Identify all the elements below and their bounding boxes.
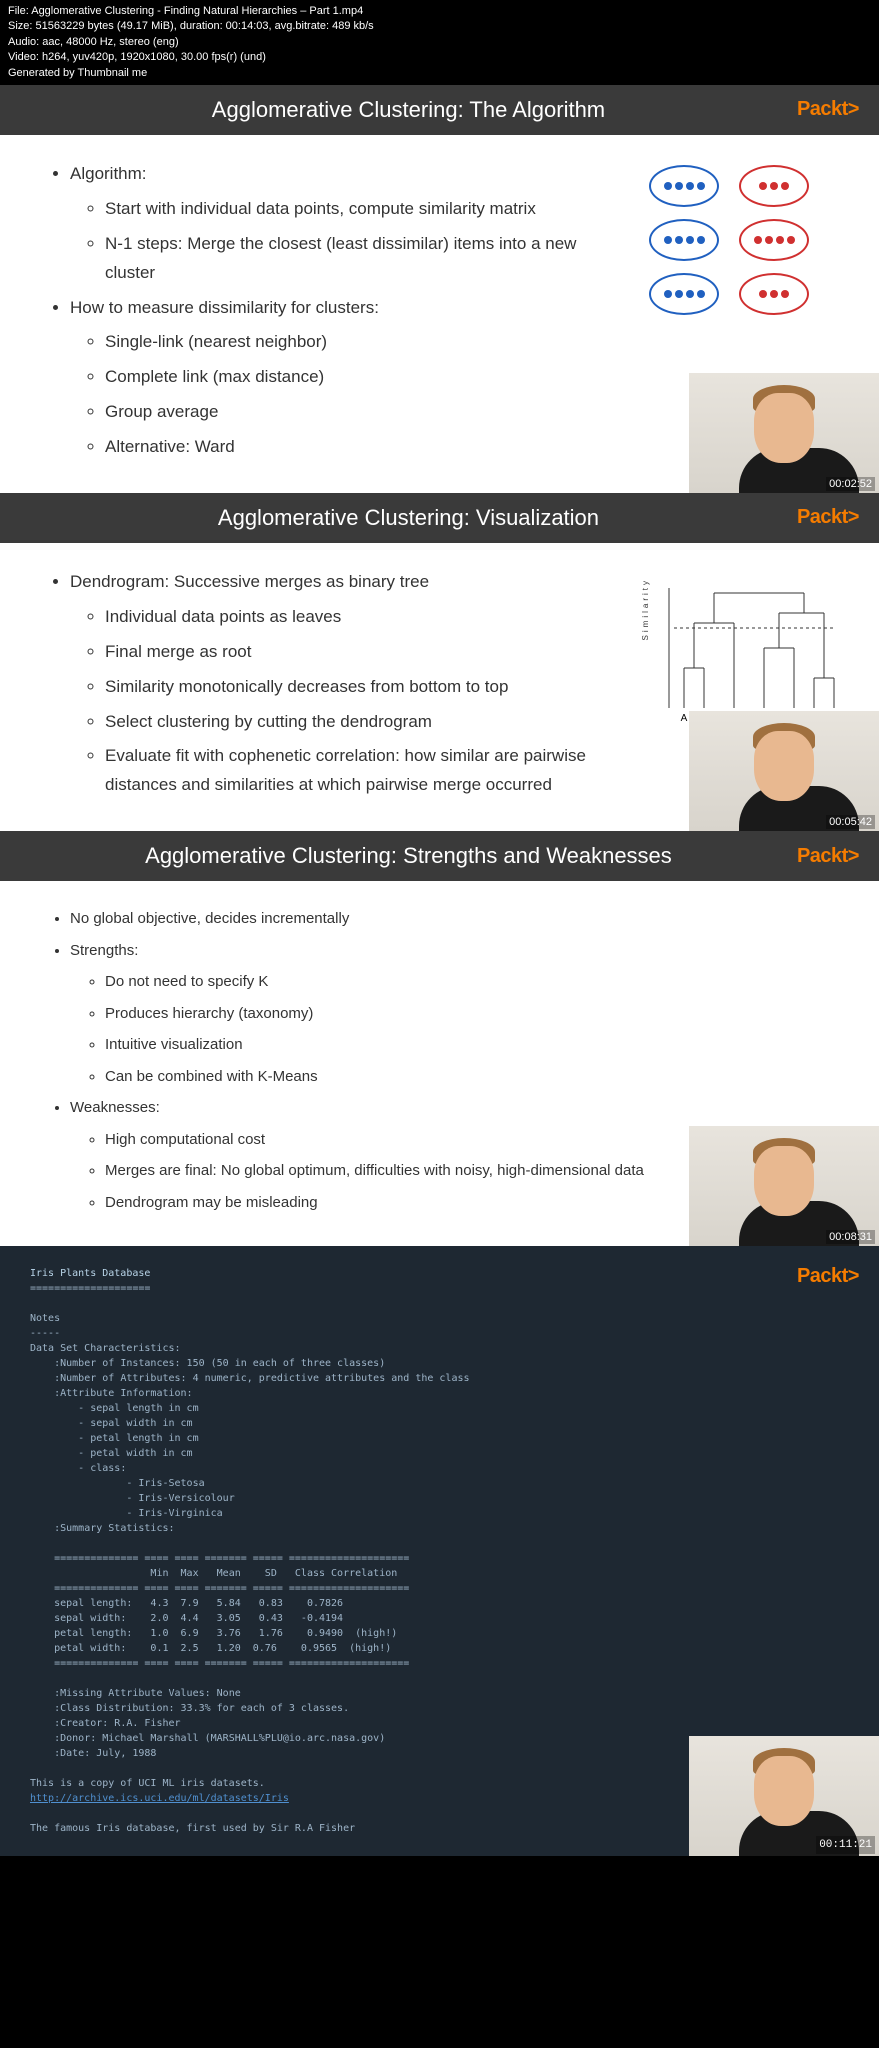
file-metadata: File: Agglomerative Clustering - Finding… [0,0,879,85]
sub-bullet: Select clustering by cutting the dendrog… [105,708,629,737]
slide-title: Agglomerative Clustering: Visualization [20,505,797,531]
meta-generated: Generated by Thumbnail me [8,66,871,81]
meta-audio: Audio: aac, 48000 Hz, stereo (eng) [8,35,871,50]
dendro-leaf: A [681,713,688,724]
presenter-thumbnail: 00:11:21 [689,1736,879,1856]
slide-4-code: Packt> Iris Plants Database ============… [0,1246,879,1856]
packt-logo: Packt> [797,98,859,121]
sub-bullet: Similarity monotonically decreases from … [105,673,629,702]
slide-header: Agglomerative Clustering: Visualization … [0,493,879,543]
cluster-oval-red [739,273,809,315]
sub-bullet: Alternative: Ward [105,433,629,462]
sub-bullet: Final merge as root [105,638,629,667]
packt-logo: Packt> [797,1261,859,1291]
slide-title: Agglomerative Clustering: Strengths and … [20,843,797,869]
sub-bullet: Evaluate fit with cophenetic correlation… [105,742,629,800]
meta-file: File: Agglomerative Clustering - Finding… [8,4,871,19]
cluster-oval-red [739,219,809,261]
bullet-text: Algorithm: [70,164,147,183]
timestamp: 00:08:31 [826,1230,875,1244]
sub-bullet: Group average [105,398,629,427]
packt-logo: Packt> [797,845,859,868]
slide-1: Agglomerative Clustering: The Algorithm … [0,85,879,493]
sub-bullet: N-1 steps: Merge the closest (least diss… [105,230,629,288]
sub-bullet: Complete link (max distance) [105,363,629,392]
slide-content: Algorithm: Start with individual data po… [50,160,629,468]
bullet-text: Strengths: [70,942,138,959]
timestamp: 00:11:21 [816,1836,875,1855]
presenter-thumbnail: 00:05:42 [689,711,879,831]
bullet-text: Dendrogram: Successive merges as binary … [70,572,429,591]
bullet-text: Weaknesses: [70,1099,160,1116]
cluster-oval-blue [649,165,719,207]
timestamp: 00:02:52 [826,477,875,491]
sub-bullet: Do not need to specify K [105,969,839,995]
slide-title: Agglomerative Clustering: The Algorithm [20,97,797,123]
sub-bullet: Start with individual data points, compu… [105,195,629,224]
bullet-text: No global objective, decides incremental… [70,906,839,932]
cluster-oval-blue [649,273,719,315]
slide-header: Agglomerative Clustering: Strengths and … [0,831,879,881]
presenter-thumbnail: 00:02:52 [689,373,879,493]
slide-2: Agglomerative Clustering: Visualization … [0,493,879,831]
presenter-thumbnail: 00:08:31 [689,1126,879,1246]
cluster-oval-blue [649,219,719,261]
slide-content: Dendrogram: Successive merges as binary … [50,568,629,806]
timestamp: 00:05:42 [826,815,875,829]
slide-header: Agglomerative Clustering: The Algorithm … [0,85,879,135]
code-title: Iris Plants Database [30,1268,150,1279]
sub-bullet: Produces hierarchy (taxonomy) [105,1001,839,1027]
sub-bullet: Intuitive visualization [105,1032,839,1058]
dendrogram-axis-label: Similarity [641,578,650,640]
sub-bullet: Single-link (nearest neighbor) [105,328,629,357]
slide-3: Agglomerative Clustering: Strengths and … [0,831,879,1246]
meta-video: Video: h264, yuv420p, 1920x1080, 30.00 f… [8,50,871,65]
sub-bullet: Individual data points as leaves [105,603,629,632]
code-link: http://archive.ics.uci.edu/ml/datasets/I… [30,1793,289,1804]
packt-logo: Packt> [797,506,859,529]
bullet-text: How to measure dissimilarity for cluster… [70,298,379,317]
meta-size: Size: 51563229 bytes (49.17 MiB), durati… [8,19,871,34]
cluster-oval-red [739,165,809,207]
sub-bullet: Can be combined with K-Means [105,1064,839,1090]
